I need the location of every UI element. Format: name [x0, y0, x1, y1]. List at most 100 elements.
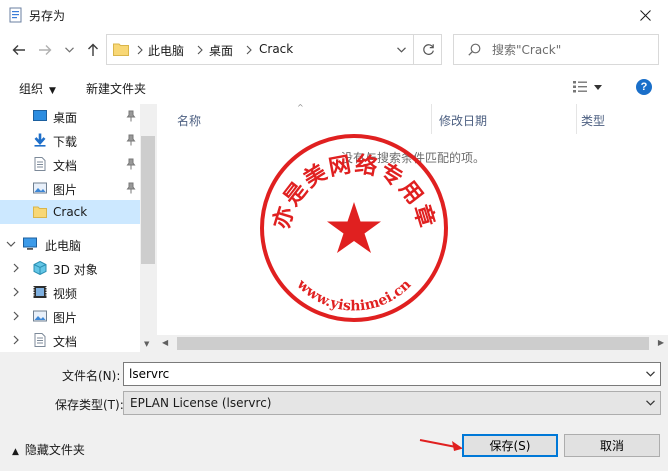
sidebar-item-documents[interactable]: 文档: [0, 152, 140, 176]
filetype-select[interactable]: EPLAN License (lservrc): [123, 391, 661, 415]
sidebar-item-label: 视频: [53, 287, 78, 301]
pin-icon[interactable]: [126, 182, 136, 194]
pin-icon[interactable]: [126, 110, 136, 122]
chevron-down-icon: [396, 46, 406, 53]
sidebar-item-label: Crack: [53, 205, 88, 219]
scroll-left-icon[interactable]: ◀: [162, 338, 168, 347]
sidebar-item-label: 图片: [53, 183, 78, 197]
picture-icon: [33, 310, 47, 322]
chevron-down-icon[interactable]: [6, 238, 16, 250]
scroll-right-icon[interactable]: ▶: [658, 338, 664, 347]
sidebar-item-desktop[interactable]: 桌面: [0, 104, 140, 128]
sidebar-item-label: 桌面: [53, 111, 78, 125]
up-button[interactable]: [83, 40, 103, 60]
save-button[interactable]: 保存(S): [462, 434, 558, 457]
chevron-right-icon[interactable]: [12, 310, 20, 322]
sidebar-item-label: 图片: [53, 311, 78, 325]
new-folder-label: 新建文件夹: [86, 82, 147, 96]
cancel-button[interactable]: 取消: [564, 434, 660, 457]
sidebar-item-3d-objects[interactable]: 3D 对象: [0, 256, 140, 280]
chevron-right-icon[interactable]: [12, 286, 20, 298]
column-header-label: 类型: [581, 114, 606, 128]
help-button[interactable]: ?: [636, 79, 652, 95]
chevron-right-icon: [197, 45, 203, 55]
pin-icon[interactable]: [126, 158, 136, 170]
sidebar-item-crack[interactable]: Crack: [0, 200, 140, 224]
forward-button[interactable]: [35, 40, 55, 60]
scrollbar-thumb[interactable]: [141, 136, 155, 264]
file-list-pane: ^ 名称 修改日期 类型 没有与搜索条件匹配的项。 ◀ ▶: [157, 103, 668, 352]
arrow-left-icon: [12, 45, 25, 55]
hide-folders-label: 隐藏文件夹: [24, 443, 85, 457]
caret-up-icon: ▲: [12, 447, 19, 457]
sidebar-item-documents-pc[interactable]: 文档: [0, 328, 140, 352]
recent-locations-button[interactable]: [62, 40, 76, 60]
3d-objects-icon: [33, 261, 47, 275]
filename-history-button[interactable]: [645, 367, 655, 381]
filename-label: 文件名(N):: [62, 369, 121, 383]
video-icon: [33, 286, 47, 298]
scroll-down-icon[interactable]: ▼: [144, 340, 149, 348]
sidebar-item-pictures[interactable]: 图片: [0, 176, 140, 200]
chevron-down-icon: [645, 371, 655, 377]
save-as-app-icon: [9, 7, 22, 23]
search-input[interactable]: [492, 41, 652, 59]
window-title: 另存为: [29, 9, 66, 23]
column-header-label: 修改日期: [439, 114, 488, 128]
scrollbar-thumb[interactable]: [177, 337, 649, 350]
address-bar[interactable]: 此电脑 桌面 Crack: [106, 34, 442, 65]
title-bar: 另存为: [0, 0, 668, 30]
sidebar-item-pictures-pc[interactable]: 图片: [0, 304, 140, 328]
caret-down-icon: ▼: [49, 86, 56, 96]
sidebar-item-this-pc[interactable]: 此电脑: [0, 232, 140, 256]
organize-label: 组织: [19, 82, 44, 96]
sidebar-scrollbar[interactable]: ▼: [140, 104, 156, 352]
sidebar-item-videos[interactable]: 视频: [0, 280, 140, 304]
change-view-button[interactable]: [572, 79, 608, 95]
picture-icon: [33, 182, 47, 194]
download-icon: [34, 133, 46, 147]
back-button[interactable]: [9, 40, 29, 60]
help-icon: ?: [640, 81, 648, 93]
organize-menu-button[interactable]: 组织 ▼: [19, 80, 56, 97]
sidebar-item-label: 文档: [53, 159, 78, 173]
refresh-icon: [422, 44, 434, 55]
empty-folder-message: 没有与搜索条件匹配的项。: [341, 151, 486, 165]
chevron-right-icon: [137, 45, 143, 55]
pin-icon[interactable]: [126, 134, 136, 146]
breadcrumb-crack[interactable]: Crack: [259, 42, 293, 56]
navigation-pane: 桌面 下载 文档 图片 Crack 此电脑 3D 对象 视频 图片 文档 ▼: [0, 104, 156, 352]
chevron-right-icon[interactable]: [12, 334, 20, 346]
column-header-date[interactable]: 修改日期: [419, 104, 564, 134]
chevron-right-icon[interactable]: [12, 262, 20, 274]
sidebar-item-downloads[interactable]: 下载: [0, 128, 140, 152]
chevron-down-icon: [645, 400, 655, 406]
filetype-label: 保存类型(T):: [55, 398, 124, 412]
desktop-icon: [33, 110, 47, 121]
breadcrumb-this-pc[interactable]: 此电脑: [148, 42, 184, 59]
filename-field[interactable]: [129, 366, 629, 382]
document-icon: [34, 333, 46, 347]
column-header-type[interactable]: 类型: [561, 104, 661, 134]
filename-combobox[interactable]: [123, 362, 661, 386]
chevron-down-icon: [64, 47, 74, 53]
search-box[interactable]: [453, 34, 659, 65]
breadcrumb-desktop[interactable]: 桌面: [209, 42, 233, 59]
hide-folders-toggle[interactable]: ▲ 隐藏文件夹: [12, 441, 85, 458]
address-history-button[interactable]: [390, 36, 412, 63]
folder-icon: [113, 43, 129, 56]
filetype-value: EPLAN License (lservrc): [130, 396, 272, 410]
folder-icon: [33, 206, 47, 218]
computer-icon: [23, 237, 37, 250]
column-header-name[interactable]: 名称: [157, 104, 432, 134]
sidebar-item-label: 文档: [53, 335, 78, 349]
filetype-dropdown-button[interactable]: [645, 396, 655, 410]
horizontal-scrollbar[interactable]: ◀ ▶: [157, 335, 668, 352]
sidebar-item-label: 下载: [53, 135, 78, 149]
new-folder-button[interactable]: 新建文件夹: [86, 80, 146, 97]
search-icon: [468, 43, 481, 56]
refresh-button[interactable]: [413, 35, 442, 64]
close-button[interactable]: [622, 0, 668, 30]
close-icon: [639, 9, 651, 21]
chevron-right-icon: [246, 45, 252, 55]
